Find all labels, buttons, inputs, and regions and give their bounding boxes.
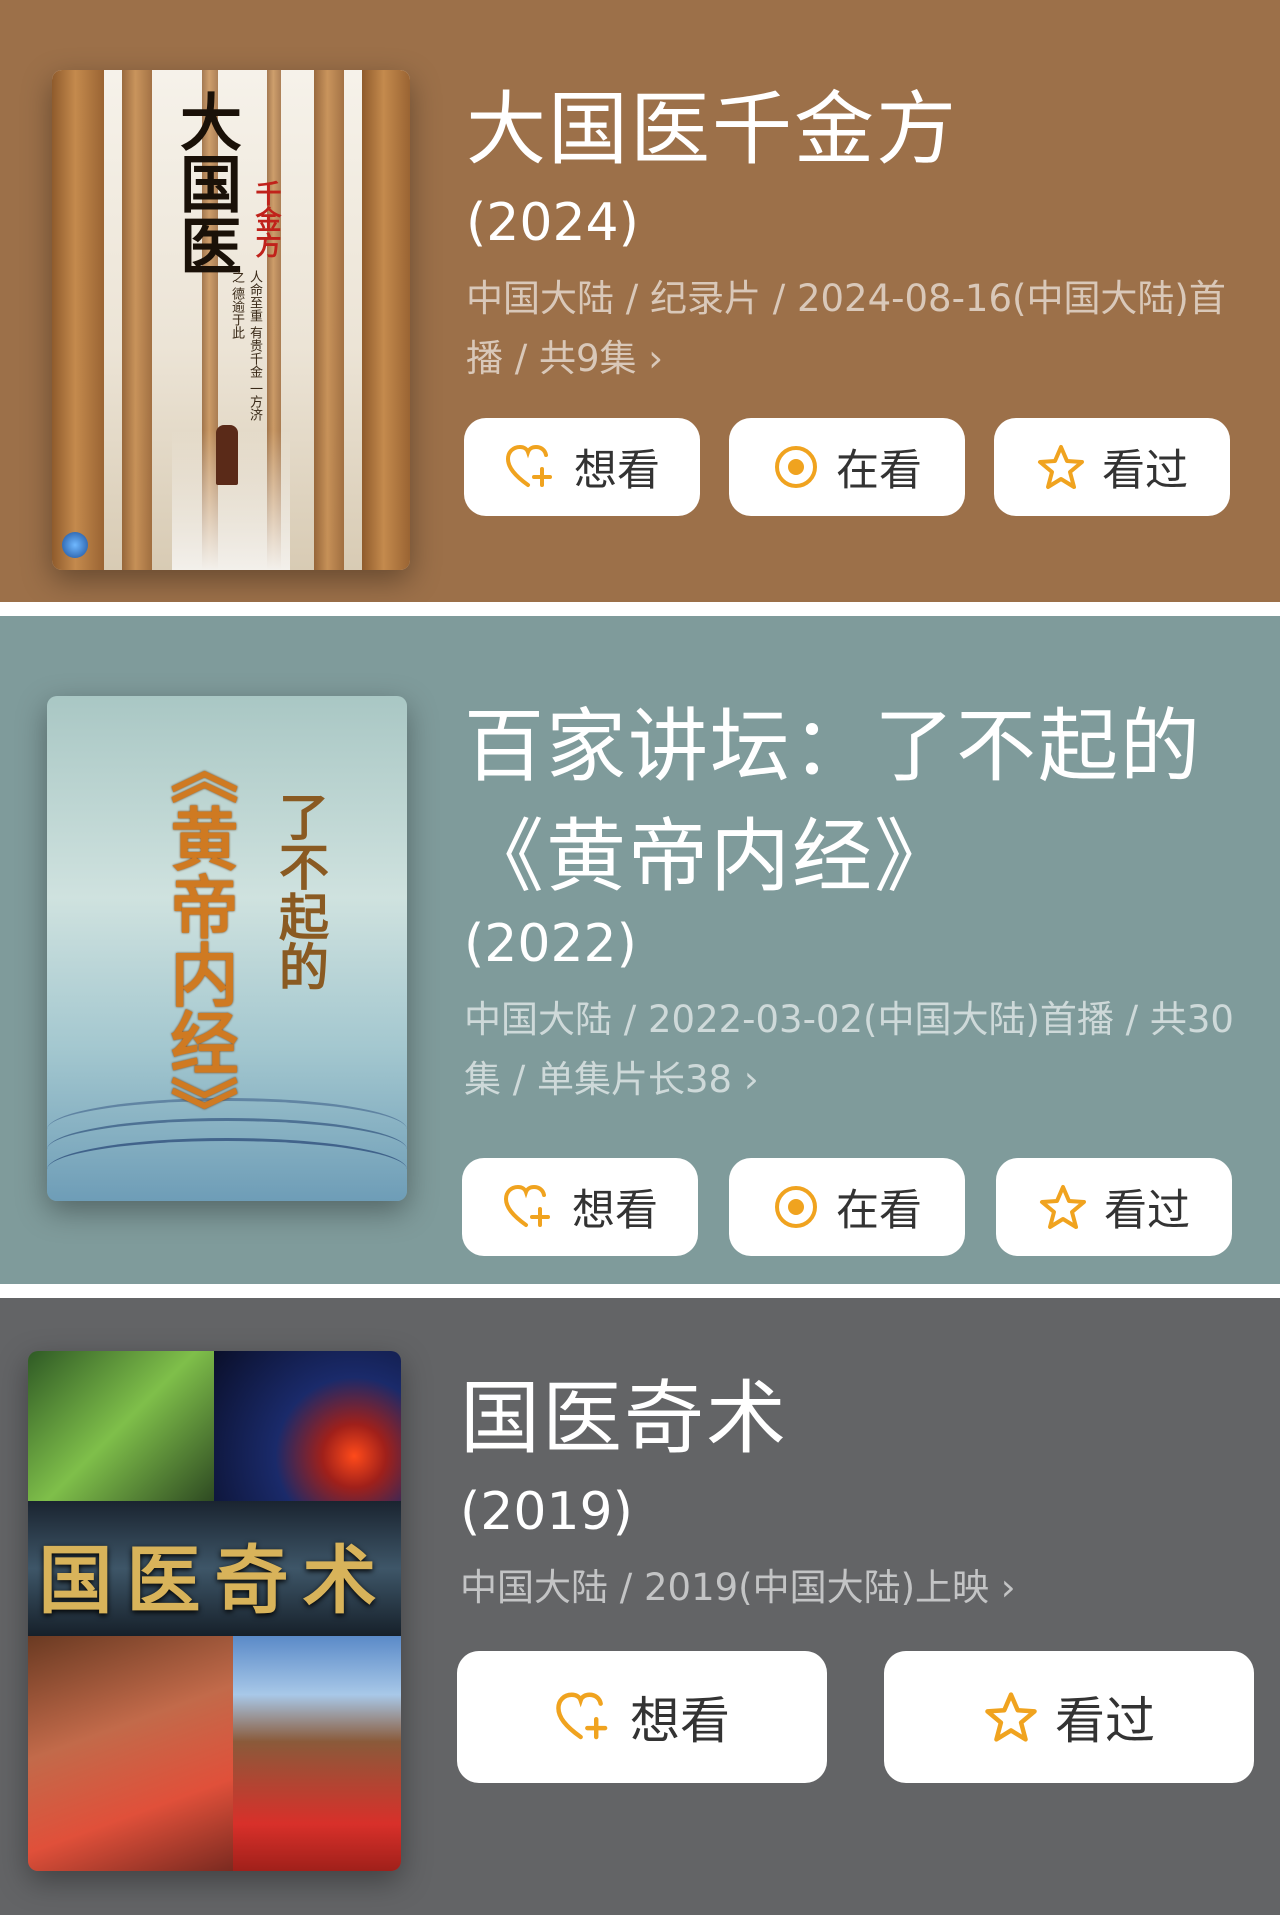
watching-label: 在看 bbox=[836, 446, 922, 496]
watching-label: 在看 bbox=[836, 1186, 922, 1236]
poster-image[interactable]: 《黄帝内经》 了不起的 bbox=[47, 696, 407, 1201]
item-title: 大国医千金方 bbox=[466, 83, 958, 176]
watching-button[interactable]: 在看 bbox=[729, 418, 965, 516]
poster-subtitle: 千金方 bbox=[251, 180, 281, 258]
item-title: 国医奇术 bbox=[460, 1372, 788, 1465]
poster-title: 《黄帝内经》 bbox=[158, 736, 238, 1144]
heart-plus-icon bbox=[556, 1692, 608, 1740]
target-icon bbox=[775, 446, 817, 488]
documentary-card[interactable]: 国医奇术 国医奇术 (2019) 中国大陆 / 2019(中国大陆)上映 › 想… bbox=[0, 1298, 1280, 1915]
star-icon bbox=[985, 1692, 1037, 1742]
watched-button[interactable]: 看过 bbox=[996, 1158, 1232, 1256]
poster-subtitle: 了不起的 bbox=[271, 791, 330, 991]
item-title-line-2: 《黄帝内经》 bbox=[464, 810, 956, 903]
heart-plus-icon bbox=[503, 1184, 550, 1227]
want-to-watch-label: 想看 bbox=[574, 446, 660, 496]
want-to-watch-button[interactable]: 想看 bbox=[464, 418, 700, 516]
item-title: 百家讲坛：了不起的 bbox=[464, 700, 1202, 793]
poster-image[interactable]: 大国医 千金方 人命至重 有贵千金 一方济之 德逾于此 bbox=[52, 70, 410, 570]
poster-title: 大国医 bbox=[169, 90, 242, 276]
heart-plus-icon bbox=[505, 444, 552, 487]
item-meta[interactable]: 中国大陆 / 2019(中国大陆)上映 › bbox=[460, 1558, 1260, 1618]
watching-button[interactable]: 在看 bbox=[729, 1158, 965, 1256]
item-year: (2024) bbox=[466, 193, 639, 253]
channel-logo-icon bbox=[62, 532, 88, 558]
watched-button[interactable]: 看过 bbox=[884, 1651, 1254, 1783]
target-icon bbox=[775, 1186, 817, 1228]
star-icon bbox=[1038, 445, 1084, 489]
item-year: (2022) bbox=[464, 914, 637, 974]
watched-label: 看过 bbox=[1104, 1186, 1190, 1236]
want-to-watch-label: 想看 bbox=[630, 1692, 730, 1750]
want-to-watch-label: 想看 bbox=[572, 1186, 658, 1236]
poster-title: 国医奇术 bbox=[38, 1538, 391, 1624]
poster-tagline: 人命至重 有贵千金 一方济之 德逾于此 bbox=[229, 270, 262, 422]
watched-label: 看过 bbox=[1055, 1692, 1155, 1750]
item-meta[interactable]: 中国大陆 / 2022-03-02(中国大陆)首播 / 共30集 / 单集片长3… bbox=[464, 990, 1234, 1110]
star-icon bbox=[1040, 1185, 1086, 1229]
item-meta[interactable]: 中国大陆 / 纪录片 / 2024-08-16(中国大陆)首播 / 共9集 › bbox=[466, 269, 1256, 389]
documentary-card[interactable]: 《黄帝内经》 了不起的 百家讲坛：了不起的 《黄帝内经》 (2022) 中国大陆… bbox=[0, 616, 1280, 1284]
item-year: (2019) bbox=[460, 1482, 633, 1542]
want-to-watch-button[interactable]: 想看 bbox=[462, 1158, 698, 1256]
documentary-card[interactable]: 大国医 千金方 人命至重 有贵千金 一方济之 德逾于此 大国医千金方 (2024… bbox=[0, 0, 1280, 602]
watched-button[interactable]: 看过 bbox=[994, 418, 1230, 516]
want-to-watch-button[interactable]: 想看 bbox=[457, 1651, 827, 1783]
watched-label: 看过 bbox=[1102, 446, 1188, 496]
poster-image[interactable]: 国医奇术 bbox=[28, 1351, 401, 1871]
